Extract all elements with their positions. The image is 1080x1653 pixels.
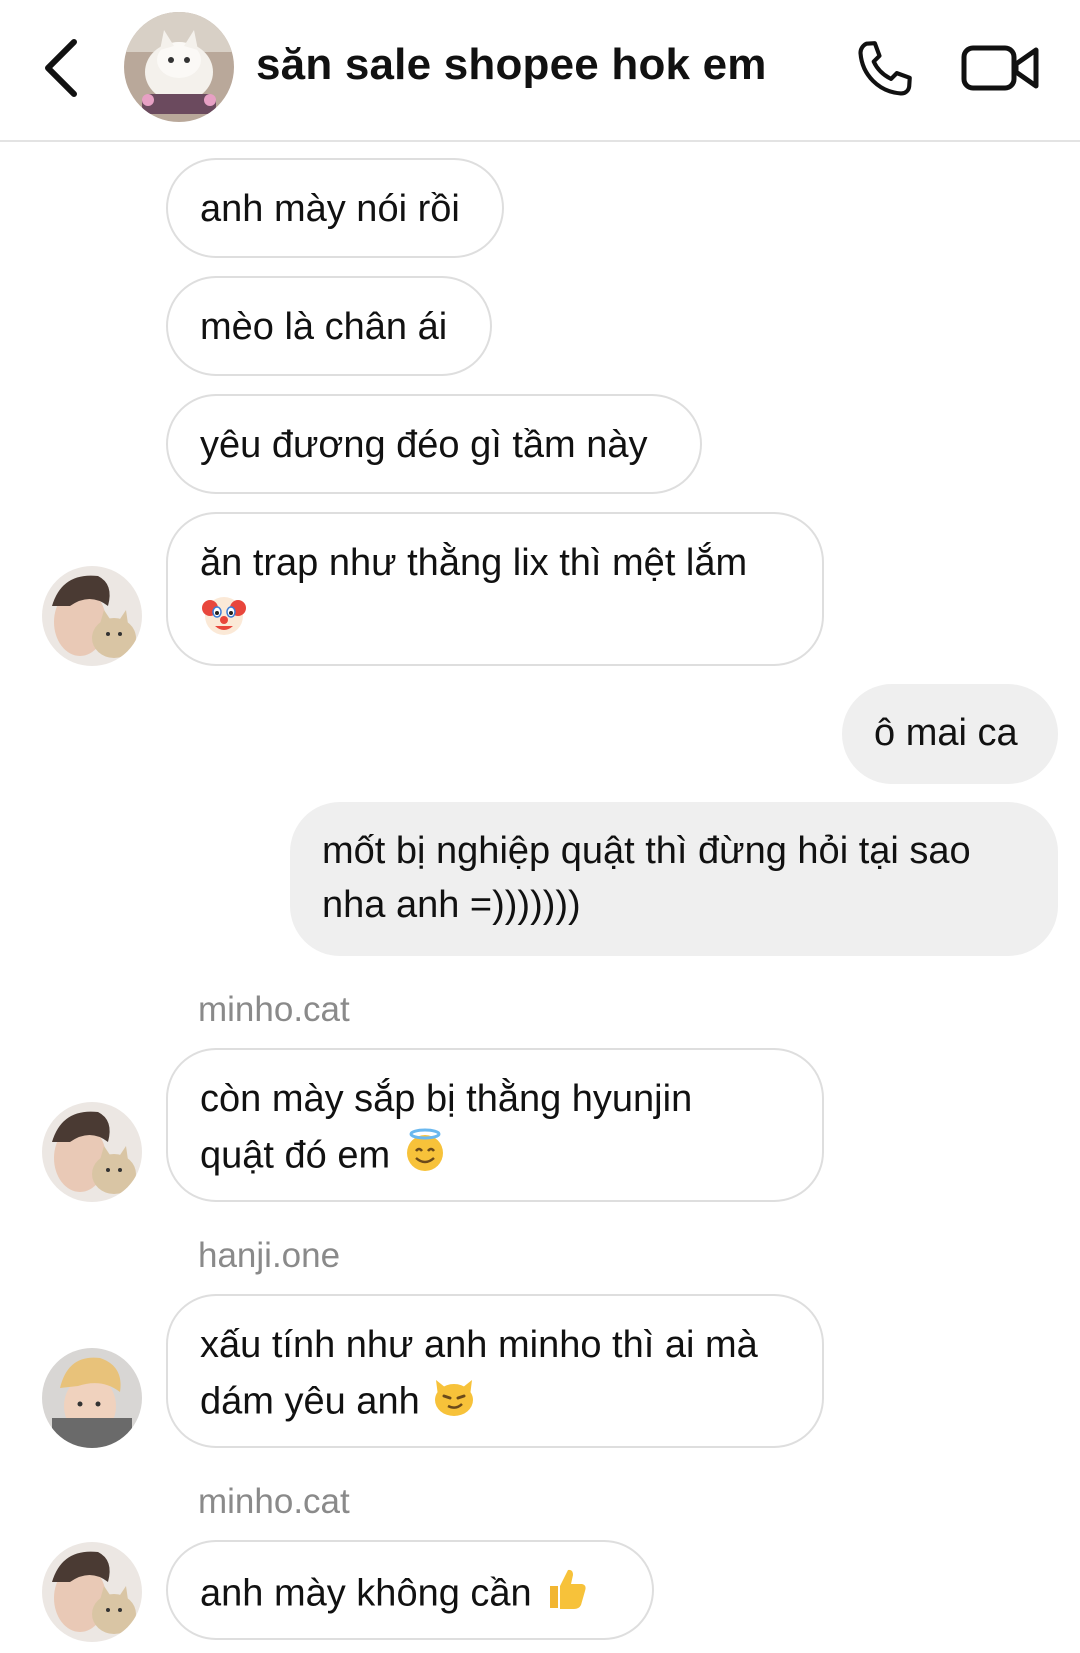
message-bubble[interactable]: xấu tính như anh minho thì ai mà dám yêu… [166,1294,824,1448]
message-bubble[interactable]: ăn trap như thằng lix thì mệt lắm [166,512,824,666]
user-photo [42,1102,142,1202]
user-photo [42,566,142,666]
message-text: mèo là chân ái [200,306,448,348]
group-avatar[interactable] [124,12,234,122]
message-text: xấu tính như anh minho thì ai mà [200,1324,758,1366]
cat-photo [124,12,234,122]
message-text: anh mày không cần [200,1572,532,1615]
avatar[interactable] [42,1348,142,1448]
sender-name: minho.cat [198,1482,350,1521]
thumbs-up-emoji [542,1564,590,1627]
sender-name: minho.cat [198,990,350,1029]
user-photo [42,1542,142,1642]
video-camera-icon [961,45,1039,91]
message-text: yêu đương đéo gì tầm này [200,424,648,466]
message-bubble[interactable]: còn mày sắp bị thằng hyunjin quật đó em [166,1048,824,1202]
message-bubble[interactable]: ô mai ca [842,684,1058,784]
sender-name: hanji.one [198,1236,341,1275]
message-bubble[interactable]: mèo là chân ái [166,276,492,376]
smirking-cat-emoji [430,1372,478,1435]
message-text: nha anh =))))))) [322,884,581,926]
phone-icon [858,41,912,96]
avatar[interactable] [42,566,142,666]
message-text: dám yêu anh [200,1380,420,1423]
smiling-halo-emoji [401,1126,449,1189]
message-bubble[interactable]: yêu đương đéo gì tầm này [166,394,702,494]
message-text: còn mày sắp bị thằng hyunjin [200,1078,693,1120]
user-photo [42,1348,142,1448]
clown-face-emoji [200,590,248,653]
back-button[interactable] [36,32,92,104]
message-bubble[interactable]: mốt bị nghiệp quật thì đừng hỏi tại sao … [290,802,1058,956]
avatar[interactable] [42,1542,142,1642]
message-text: quật đó em [200,1134,391,1177]
avatar[interactable] [42,1102,142,1202]
message-bubble[interactable]: anh mày không cần [166,1540,654,1640]
message-bubble[interactable]: anh mày nói rồi [166,158,504,258]
chevron-left-icon [45,39,77,97]
message-text: anh mày nói rồi [200,188,460,230]
message-text: ăn trap như thằng lix thì mệt lắm [200,542,748,584]
video-call-button[interactable] [960,38,1040,98]
chat-header: săn sale shopee hok em [0,0,1080,142]
call-button[interactable] [852,36,918,102]
chat-title[interactable]: săn sale shopee hok em [256,40,767,90]
message-text: mốt bị nghiệp quật thì đừng hỏi tại sao [322,830,971,872]
message-text: ô mai ca [874,712,1018,754]
